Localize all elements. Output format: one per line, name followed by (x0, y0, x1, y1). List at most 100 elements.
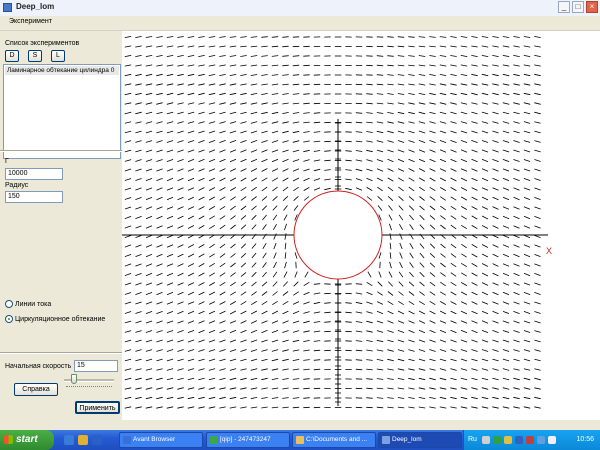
velocity-vector (198, 291, 205, 296)
velocity-vector (313, 187, 321, 191)
apply-button[interactable]: Применить (75, 401, 120, 414)
radio-streamlines[interactable] (5, 300, 13, 308)
velocity-vector (208, 310, 216, 315)
velocity-vector (272, 300, 278, 306)
velocity-vector (418, 64, 426, 67)
show-desktop-icon[interactable] (64, 435, 74, 445)
experiments-list[interactable]: Ламинарное обтекание цилиндра 0 (3, 64, 121, 159)
velocity-vector (219, 253, 226, 258)
velocity-vector (439, 130, 447, 134)
velocity-vector (240, 310, 247, 315)
radius-input[interactable]: 150 (5, 191, 63, 203)
velocity-vector (450, 55, 457, 57)
help-button[interactable]: Справка (14, 383, 58, 396)
gamma-input[interactable]: 10000 (5, 168, 63, 180)
task-avant-browser[interactable]: Avant Browser (119, 432, 203, 448)
velocity-vector (376, 177, 384, 182)
velocity-vector (418, 111, 426, 115)
velocity-vector (450, 36, 457, 38)
velocity-vector (219, 168, 226, 172)
velocity-vector (429, 406, 436, 409)
velocity-vector (460, 262, 468, 268)
start-button[interactable]: start (0, 430, 54, 450)
velocity-vector (313, 283, 321, 285)
velocity-vector (135, 244, 142, 248)
close-button[interactable]: × (586, 1, 598, 13)
velocity-vector (376, 349, 384, 352)
task-qip[interactable]: [qip] - 247473247 (206, 432, 290, 448)
velocity-vector (166, 358, 174, 362)
velocity-input[interactable]: 15 (74, 360, 118, 372)
volume-icon[interactable] (537, 436, 545, 444)
language-indicator[interactable]: Ru (468, 430, 477, 450)
velocity-vector (471, 320, 478, 324)
velocity-vector (397, 149, 405, 153)
velocity-vector (481, 187, 489, 191)
velocity-vector (471, 45, 478, 48)
radio-circulation[interactable] (5, 315, 13, 323)
velocity-vector (460, 406, 468, 409)
velocity-vector (429, 168, 436, 172)
velocity-vector (177, 102, 184, 105)
experiment-s-button[interactable]: S (28, 50, 42, 62)
velocity-vector (355, 292, 363, 295)
velocity-vector (313, 330, 321, 333)
velocity-vector (324, 150, 331, 152)
maximize-button[interactable]: □ (572, 1, 584, 13)
velocity-vector (240, 349, 247, 352)
bluetooth-icon[interactable] (515, 436, 523, 444)
velocity-vector (366, 140, 373, 143)
velocity-vector (460, 301, 468, 305)
list-item[interactable]: Ламинарное обтекание цилиндра 0 (5, 66, 119, 75)
velocity-vector (124, 92, 132, 96)
flow-canvas[interactable]: X (122, 31, 600, 420)
velocity-vector (387, 397, 394, 399)
velocity-vector (450, 64, 457, 67)
shield-icon[interactable] (504, 436, 512, 444)
velocity-vector (387, 130, 394, 134)
velocity-vector (156, 301, 163, 305)
velocity-vector (187, 158, 195, 163)
antivirus-icon[interactable] (526, 436, 534, 444)
monitor-icon[interactable] (548, 436, 556, 444)
word-quicklaunch-icon[interactable] (92, 435, 102, 445)
velocity-vector (145, 92, 153, 96)
velocity-vector (450, 149, 457, 153)
velocity-vector (177, 310, 184, 315)
velocity-vector (429, 149, 436, 153)
velocity-vector (429, 158, 436, 163)
velocity-vector (408, 93, 415, 95)
velocity-vector (271, 368, 279, 371)
network-icon[interactable] (482, 436, 490, 444)
velocity-vector (240, 387, 247, 390)
velocity-vector (303, 196, 310, 201)
menu-experiment[interactable]: Эксперимент (9, 18, 52, 25)
velocity-vector (397, 158, 405, 163)
velocity-vector (240, 168, 247, 172)
velocity-vector (124, 358, 132, 362)
velocity-vector (429, 36, 436, 38)
velocity-vector (250, 36, 258, 38)
velocity-vector (240, 224, 247, 230)
velocity-vector (439, 291, 447, 296)
velocity-vector (124, 320, 132, 324)
velocity-vector (471, 111, 478, 115)
velocity-vector (460, 196, 468, 201)
velocity-vector (219, 36, 226, 38)
velocity-vector (523, 206, 531, 210)
velocity-vector (240, 281, 247, 287)
velocity-vector (177, 36, 184, 38)
velocity-vector (492, 196, 499, 201)
velocity-vector (513, 159, 520, 162)
minimize-button[interactable]: _ (558, 1, 570, 13)
velocity-vector (376, 168, 384, 172)
velocity-slider-thumb[interactable] (71, 374, 77, 384)
task-deep-lom[interactable]: Deep_lom (378, 432, 462, 448)
browser-quicklaunch-icon[interactable] (78, 435, 88, 445)
velocity-vector (481, 349, 489, 352)
qip-tray-icon[interactable] (493, 436, 501, 444)
task-explorer[interactable]: C:\Documents and ... (292, 432, 376, 448)
experiment-d-button[interactable]: D (5, 50, 19, 62)
experiment-l-button[interactable]: L (51, 50, 65, 62)
velocity-vector (492, 159, 499, 162)
